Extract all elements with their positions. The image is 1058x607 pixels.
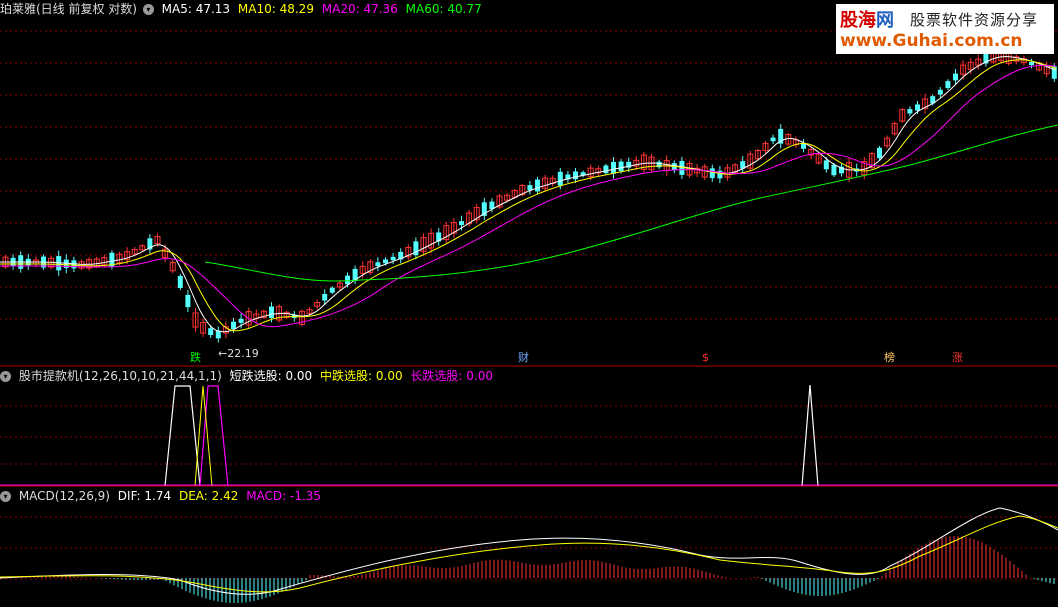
candle-body [1029,62,1034,66]
low-price-label: 22.19 [227,347,259,360]
chevron-down-icon[interactable]: ▾ [0,491,11,502]
logo-url: www.Guhai.com.cn [840,31,1023,51]
indicator-title: 股市提款机(12,26,10,10,21,44,1,1) [18,369,222,383]
candle-body [459,221,464,226]
candle-body [375,262,381,267]
short-drop-value: 短跌选股: 0.00 [229,369,313,383]
candle-body [390,256,396,261]
dif-value: DIF: 1.74 [117,489,172,503]
candle-body [535,179,540,192]
dea-value: DEA: 2.42 [178,489,239,503]
stock-chart-canvas[interactable] [0,0,1058,607]
ma5-label: MA5: 47.13 [161,2,231,16]
candle-body [618,161,624,172]
ma10-line [0,59,1057,332]
candle-body [208,328,214,336]
candle-body [611,161,616,174]
candle-body [238,318,244,323]
event-marker-rise[interactable]: 涨 [952,352,963,364]
candle-body [185,294,191,308]
event-marker-money[interactable]: $ [702,352,709,364]
short-drop-signal [164,385,201,487]
macd-value: MACD: -1.35 [246,489,322,503]
logo-brand: 股海网 [840,10,894,31]
candle-body [823,160,829,170]
macd-title: MACD(12,26,9) [18,489,110,503]
candle-body [770,137,776,142]
candle-body [953,73,958,81]
logo-tagline: 股票软件资源分享 [910,11,1039,29]
candle-body [322,294,328,301]
candle-body [945,81,951,89]
mid-drop-value: 中跌选股: 0.00 [320,369,403,383]
candle-body [345,275,350,285]
ma20-line [0,64,1057,328]
candle-body [915,104,920,111]
guhai-logo: 股海网 股票软件资源分享 www.Guhai.com.cn [836,4,1054,54]
main-panel-header: 珀莱雅(日线 前复权 对数) ▾ MA5: 47.13 MA10: 48.29 … [0,1,486,17]
chevron-down-icon[interactable]: ▾ [142,4,154,15]
candle-body [557,171,563,186]
short-drop-signal [801,384,819,487]
arrow-left-icon: ← [218,347,228,360]
candle-body [603,165,609,174]
candle-body [329,287,335,293]
candle-body [877,147,882,159]
ma10-label: MA10: 48.29 [237,2,314,16]
dif-line [0,507,1058,595]
ma60-label: MA60: 40.77 [405,2,482,16]
long-drop-value: 长跌选股: 0.00 [410,369,493,383]
indicator-panel-header: ▾ 股市提款机(12,26,10,10,21,44,1,1) 短跌选股: 0.0… [0,368,497,384]
event-marker-finance[interactable]: 财 [518,352,529,364]
event-marker-drop[interactable]: 跌 [190,352,201,364]
candle-body [269,306,274,319]
candle-body [383,259,388,264]
low-price-annotation: ←22.19 [218,347,259,360]
candle-body [177,276,183,288]
ma60-line [204,124,1058,282]
event-marker-list[interactable]: 榜 [884,352,895,364]
candle-body [709,168,715,179]
candle-body [831,164,837,176]
candle-body [907,109,913,114]
candle-body [231,321,236,330]
candle-body [937,89,943,95]
macd-panel-header: ▾ MACD(12,26,9) DIF: 1.74 DEA: 2.42 MACD… [0,488,325,504]
stock-title: 珀莱雅(日线 前复权 对数) [0,2,137,16]
ma20-label: MA20: 47.36 [321,2,398,16]
dea-line [0,515,1058,593]
chevron-down-icon[interactable]: ▾ [0,371,11,382]
candle-body [573,171,578,180]
ma5-line [0,56,1057,333]
